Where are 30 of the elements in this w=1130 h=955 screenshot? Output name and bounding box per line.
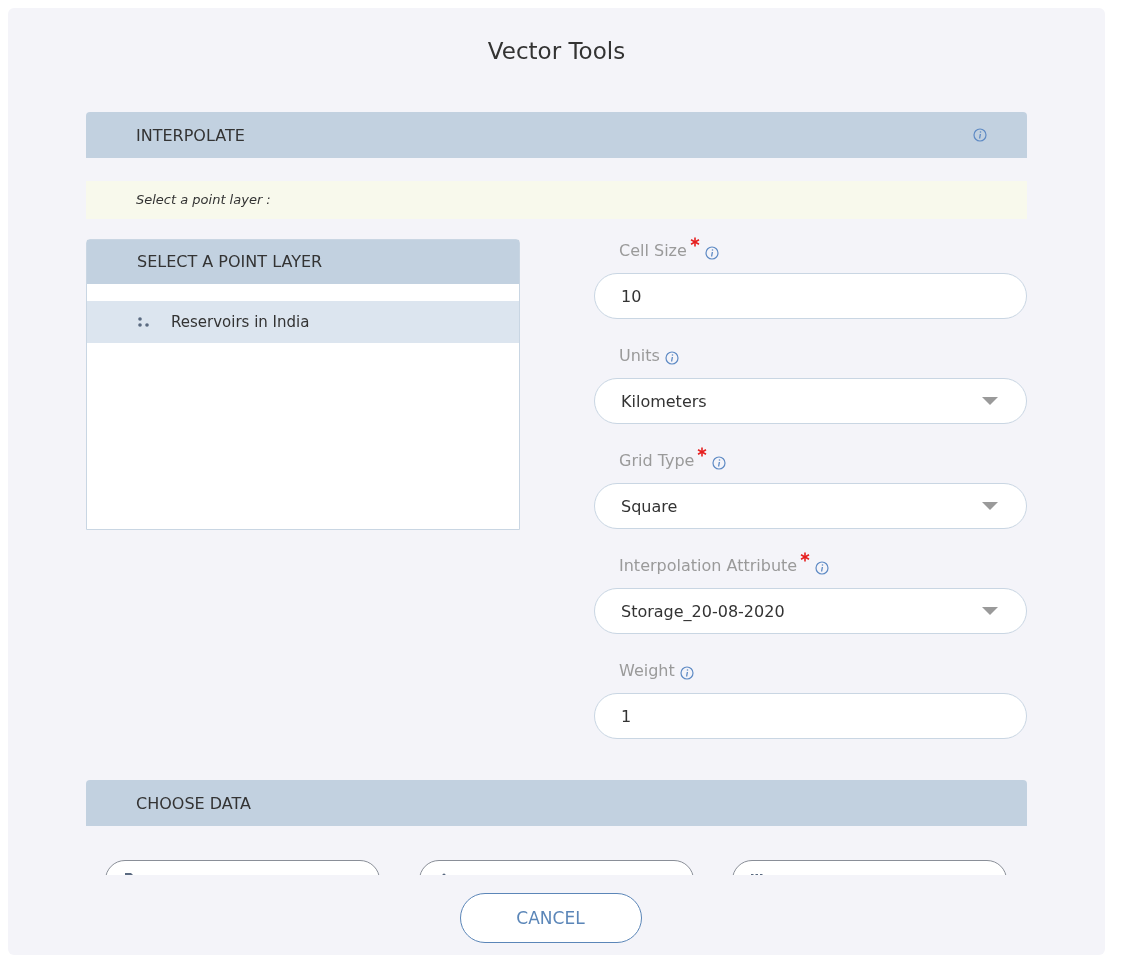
field-label: Cell Size bbox=[619, 241, 687, 260]
cancel-button[interactable]: CANCEL bbox=[459, 893, 642, 943]
section-title: INTERPOLATE bbox=[136, 125, 245, 145]
dropdown[interactable]: Square bbox=[594, 483, 1027, 529]
field-label: Units bbox=[619, 346, 660, 365]
panel-header: SELECT A POINT LAYER bbox=[87, 240, 519, 284]
field-label: Interpolation Attribute bbox=[619, 556, 798, 575]
info-icon bbox=[664, 351, 679, 365]
field-label: Weight bbox=[619, 661, 675, 680]
input-field[interactable]: 10 bbox=[594, 273, 1027, 319]
caret-icon bbox=[982, 607, 998, 615]
caret-icon bbox=[982, 397, 998, 405]
points-icon bbox=[137, 316, 151, 328]
info-icon bbox=[815, 561, 830, 575]
layer-item[interactable]: Reservoirs in India bbox=[87, 301, 519, 343]
required-asterisk-icon bbox=[800, 552, 811, 562]
section-title: CHOOSE DATA bbox=[136, 793, 251, 813]
caret-icon bbox=[982, 502, 998, 510]
info-icon bbox=[973, 128, 987, 142]
required-asterisk-icon bbox=[689, 237, 700, 247]
dropdown[interactable]: Storage_20-08-2020 bbox=[594, 588, 1027, 634]
input-field[interactable]: 1 bbox=[594, 693, 1027, 739]
field-label: Grid Type bbox=[619, 451, 695, 470]
dialog-title: Vector Tools bbox=[486, 37, 627, 66]
info-icon bbox=[712, 456, 727, 470]
hint-text: Select a point layer : bbox=[86, 181, 1027, 219]
dropdown[interactable]: Kilometers bbox=[594, 378, 1027, 424]
info-icon bbox=[704, 246, 719, 260]
required-asterisk-icon bbox=[697, 447, 708, 457]
info-icon bbox=[679, 666, 694, 680]
